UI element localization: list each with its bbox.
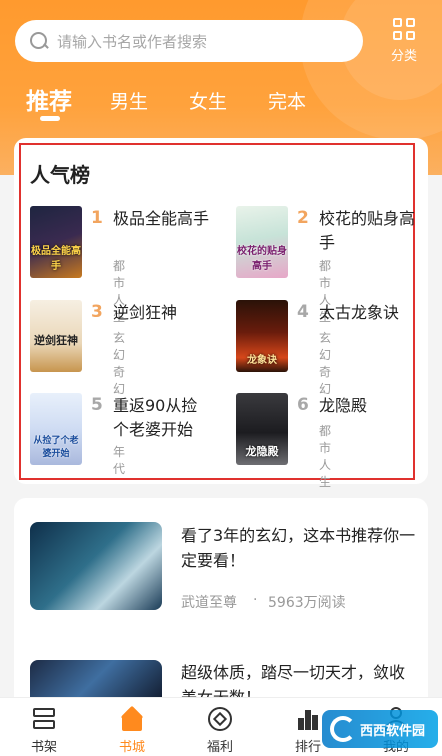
nav-label: 排行 xyxy=(294,740,321,755)
watermark-text: 西西软件园 xyxy=(360,723,426,739)
book-cover[interactable]: 龙象诀 xyxy=(236,300,288,372)
book-title[interactable]: 极品全能高手 xyxy=(113,207,221,231)
book-title[interactable]: 龙隐殿 xyxy=(319,394,427,418)
nav-bookstore[interactable]: 书城 xyxy=(88,698,176,756)
book-title[interactable]: 逆剑狂神 xyxy=(113,301,221,325)
gift-icon xyxy=(207,706,233,732)
bookshelf-icon xyxy=(31,706,57,732)
book-cover[interactable]: 从捡了个老婆开始 xyxy=(30,393,82,465)
nav-bookshelf[interactable]: 书架 xyxy=(0,698,88,756)
tab-male[interactable]: 男生 xyxy=(110,87,148,114)
rank-number: 1 xyxy=(91,208,103,228)
book-cover[interactable]: 校花的贴身高手 xyxy=(236,206,288,278)
nav-label: 书架 xyxy=(30,740,57,755)
home-icon xyxy=(119,705,145,732)
feed-book-name: 武道至尊 xyxy=(181,595,237,611)
nav-welfare[interactable]: 福利 xyxy=(176,698,264,756)
book-cover-title: 从捡了个老婆开始 xyxy=(33,436,79,459)
ranking-title: 人气榜 xyxy=(30,163,90,187)
book-category: 玄幻奇幻 xyxy=(319,331,332,396)
rank-icon xyxy=(295,706,321,732)
rank-number: 4 xyxy=(297,302,309,322)
book-title[interactable]: 重返90从捡个老婆开始 xyxy=(113,394,213,442)
book-title[interactable]: 校花的贴身高手 xyxy=(319,207,427,255)
book-cover-title: 极品全能高手 xyxy=(31,246,81,272)
feed-meta-separator: · xyxy=(253,592,258,608)
book-cover-title: 龙象诀 xyxy=(247,355,277,366)
grid-icon xyxy=(393,18,415,40)
tab-female[interactable]: 女生 xyxy=(189,87,227,114)
book-category: 都市人生 xyxy=(319,424,332,489)
watermark-badge: 西西软件园 xyxy=(322,710,438,748)
feed-item-cover[interactable] xyxy=(30,522,162,610)
rank-number: 3 xyxy=(91,302,103,322)
rank-number: 6 xyxy=(297,395,309,415)
rank-number: 5 xyxy=(91,395,103,415)
book-cover-title: 逆剑狂神 xyxy=(34,334,78,347)
feed-item-description[interactable]: 看了3年的玄幻，这本书推荐你一定要看！ xyxy=(181,523,419,573)
category-button[interactable]: 分类 xyxy=(384,18,424,64)
tab-bar: 推荐 男生 女生 完本 xyxy=(0,80,442,130)
book-cover[interactable]: 龙隐殿 xyxy=(236,393,288,465)
book-cover[interactable]: 极品全能高手 xyxy=(30,206,82,278)
search-icon xyxy=(29,31,49,51)
tab-completed[interactable]: 完本 xyxy=(268,87,306,114)
nav-label: 书城 xyxy=(118,740,145,755)
feed-item-description[interactable]: 超级体质，踏尽一切天才，敛收美女无数！ xyxy=(181,660,419,697)
book-category: 玄幻奇幻 xyxy=(113,331,126,396)
watermark-logo-icon xyxy=(330,716,356,742)
feed-item-cover[interactable] xyxy=(30,660,162,697)
book-cover-title: 校花的贴身高手 xyxy=(237,246,287,272)
search-placeholder: 请输入书名或作者搜索 xyxy=(57,32,208,51)
book-title[interactable]: 太古龙象诀 xyxy=(319,301,409,325)
category-label: 分类 xyxy=(390,49,417,64)
nav-label: 福利 xyxy=(206,740,233,755)
rank-number: 2 xyxy=(297,208,309,228)
feed-read-count: 5963万阅读 xyxy=(268,595,346,611)
tab-active-indicator xyxy=(40,116,60,121)
book-category: 年代 xyxy=(113,445,126,476)
search-input[interactable]: 请输入书名或作者搜索 xyxy=(15,20,363,62)
tab-recommend[interactable]: 推荐 xyxy=(26,82,72,116)
book-cover[interactable]: 逆剑狂神 xyxy=(30,300,82,372)
book-cover-title: 龙隐殿 xyxy=(245,445,279,458)
